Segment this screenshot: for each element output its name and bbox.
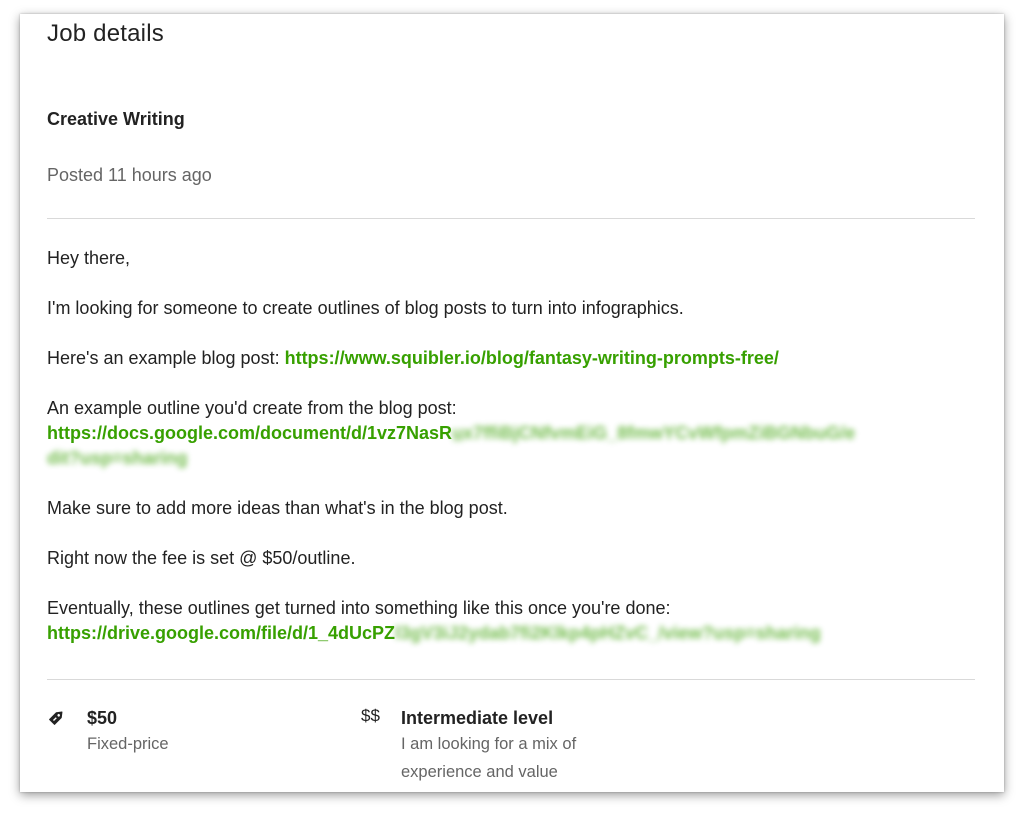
divider xyxy=(47,218,975,219)
desc-fee: Right now the fee is set @ $50/outline. xyxy=(47,548,356,568)
job-description: Hey there, I'm looking for someone to cr… xyxy=(47,246,975,671)
level-desc-line1: I am looking for a mix of xyxy=(401,735,577,753)
example-outline-link[interactable]: https://docs.google.com/document/d/1vz7N… xyxy=(47,423,855,468)
tag-icon xyxy=(47,707,67,732)
desc-intro: I'm looking for someone to create outlin… xyxy=(47,298,684,318)
desc-example: Here's an example blog post: https://www… xyxy=(47,346,975,371)
price-amount: $50 xyxy=(87,708,118,728)
outline-link-blurred-2: dit?usp=sharing xyxy=(47,448,188,468)
page-title: Job details xyxy=(47,20,164,47)
drive-link-text: https://drive.google.com/file/d/1_4dUcPZ xyxy=(47,623,396,643)
outline-link-blurred: u̲x7ffiBjCNfvmEiG_8fmwYCvWfpmZiBGNbuG/e xyxy=(452,423,856,443)
desc-more-ideas: Make sure to add more ideas than what's … xyxy=(47,498,508,518)
level-text: Intermediate level I am looking for a mi… xyxy=(401,706,701,786)
drive-link-blurred: l3gV3iJ2ydab7fi2Klkp4pHZvC_/view?usp=sha… xyxy=(395,623,821,643)
desc-outline-prefix: An example outline you'd create from the… xyxy=(47,398,457,418)
job-details-card: Job details Creative Writing Posted 11 h… xyxy=(20,14,1004,792)
price-type: Fixed-price xyxy=(87,735,169,753)
desc-eventually-text: Eventually, these outlines get turned in… xyxy=(47,598,671,618)
outline-link-text: https://docs.google.com/document/d/1vz7N… xyxy=(47,423,453,443)
desc-eventually: Eventually, these outlines get turned in… xyxy=(47,596,975,646)
level-label: Intermediate level xyxy=(401,708,554,728)
desc-greeting: Hey there, xyxy=(47,248,131,268)
example-blog-link[interactable]: https://www.squibler.io/blog/fantasy-wri… xyxy=(285,348,779,368)
job-meta: $50 Fixed-price $$ Intermediate level I … xyxy=(47,706,975,792)
desc-example-prefix: Here's an example blog post: xyxy=(47,348,285,368)
desc-outline: An example outline you'd create from the… xyxy=(47,396,975,471)
posted-time: Posted 11 hours ago xyxy=(47,165,212,185)
divider xyxy=(47,679,975,680)
job-title: Creative Writing xyxy=(47,109,185,129)
example-drive-link[interactable]: https://drive.google.com/file/d/1_4dUcPZ… xyxy=(47,623,821,643)
price-text: $50 Fixed-price xyxy=(87,706,287,758)
level-desc-line2: experience and value xyxy=(401,763,558,781)
dollar-signs-icon: $$ xyxy=(361,706,380,725)
